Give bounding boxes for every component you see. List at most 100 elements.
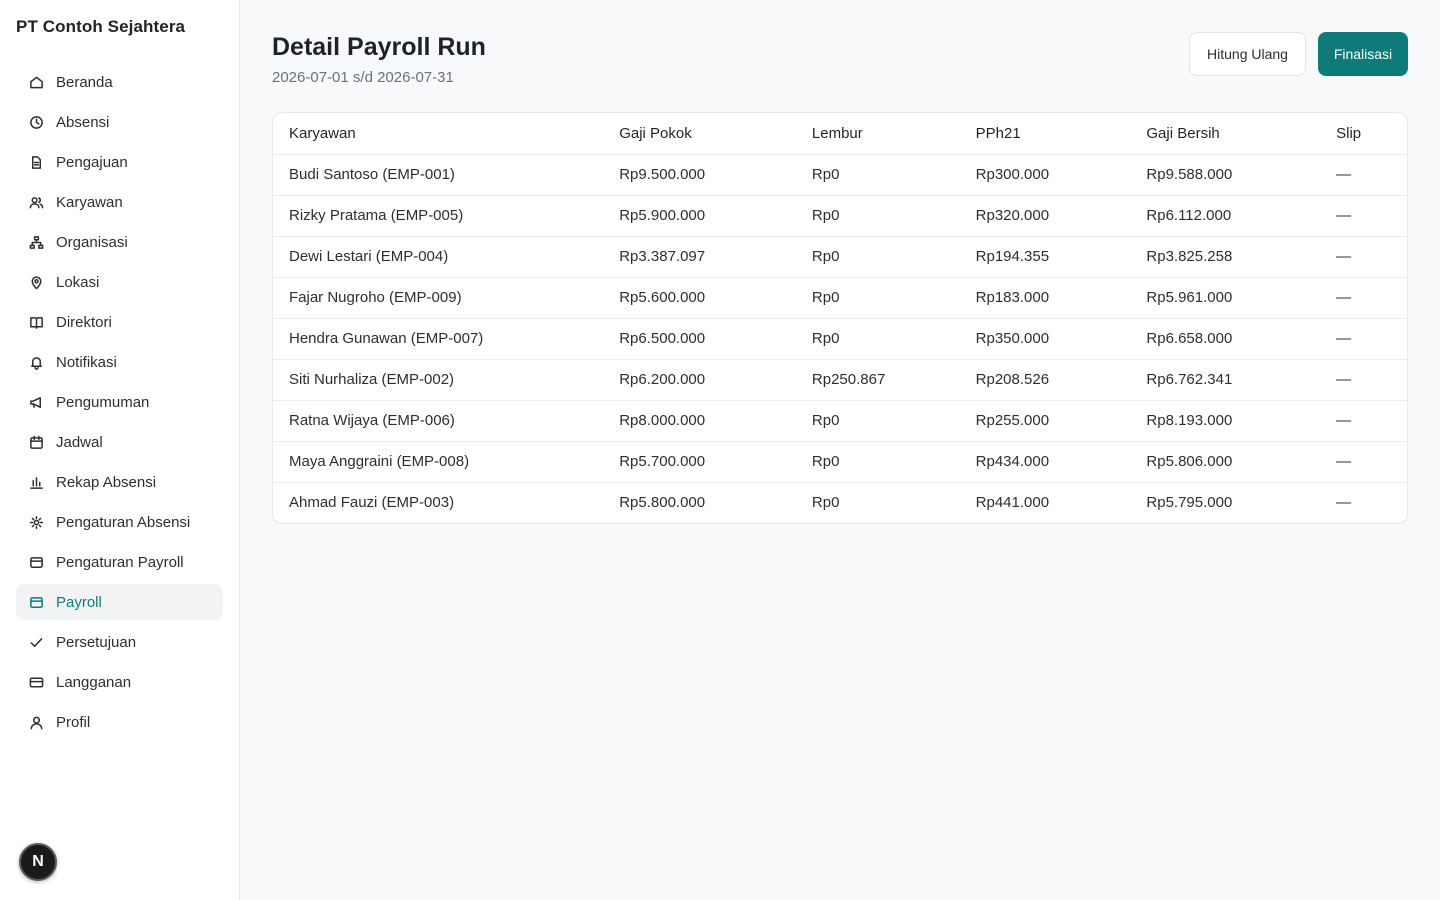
pph21-cell: Rp300.000	[959, 154, 1131, 196]
sidebar-item-label: Pengaturan Payroll	[56, 553, 184, 571]
overtime-cell: Rp0	[795, 154, 960, 196]
column-header-gaji-bersih: Gaji Bersih	[1130, 113, 1321, 155]
base-salary-cell: Rp9.500.000	[603, 154, 796, 196]
overtime-cell: Rp0	[795, 441, 960, 483]
main-content: Detail Payroll Run 2026-07-01 s/d 2026-0…	[240, 0, 1440, 900]
wallet-icon	[28, 594, 44, 610]
base-salary-cell: Rp3.387.097	[603, 236, 796, 278]
bell-icon	[28, 354, 44, 370]
sidebar-item-rekap-absensi[interactable]: Rekap Absensi	[16, 464, 223, 500]
net-salary-cell: Rp3.825.258	[1130, 236, 1321, 278]
column-header-pph21: PPh21	[959, 113, 1131, 155]
slip-cell: —	[1320, 400, 1407, 442]
payroll-table: Karyawan Gaji Pokok Lembur PPh21 Gaji Be…	[273, 113, 1407, 523]
page-title: Detail Payroll Run	[272, 33, 486, 61]
sidebar-item-label: Karyawan	[56, 193, 123, 211]
table-row: Dewi Lestari (EMP-004) Rp3.387.097 Rp0 R…	[273, 236, 1407, 278]
credit-card-icon	[28, 674, 44, 690]
company-name: PT Contoh Sejahtera	[16, 17, 186, 36]
sidebar-item-pengumuman[interactable]: Pengumuman	[16, 384, 223, 420]
slip-cell: —	[1320, 236, 1407, 278]
map-pin-icon	[28, 274, 44, 290]
org-chart-icon	[28, 234, 44, 250]
gear-icon	[28, 514, 44, 530]
slip-cell: —	[1320, 318, 1407, 360]
pph21-cell: Rp183.000	[959, 277, 1131, 319]
employee-cell: Ahmad Fauzi (EMP-003)	[289, 494, 455, 512]
sidebar-item-organisasi[interactable]: Organisasi	[16, 224, 223, 260]
base-salary-cell: Rp5.800.000	[619, 494, 706, 512]
slip-cell: —	[1336, 494, 1352, 512]
sidebar-item-jadwal[interactable]: Jadwal	[16, 424, 223, 460]
table-row: Budi Santoso (EMP-001) Rp9.500.000 Rp0 R…	[273, 154, 1407, 196]
sidebar-item-pengajuan[interactable]: Pengajuan	[16, 144, 223, 180]
sidebar-item-label: Pengajuan	[56, 153, 128, 171]
net-salary-cell: Rp6.112.000	[1130, 195, 1321, 237]
payroll-period: 2026-07-01 s/d 2026-07-31	[272, 69, 454, 86]
sidebar-item-label: Beranda	[56, 73, 113, 91]
slip-cell: —	[1320, 277, 1407, 319]
dev-tools-badge[interactable]: N	[19, 843, 57, 881]
pph21-cell: Rp194.355	[959, 236, 1131, 278]
megaphone-icon	[28, 394, 44, 410]
employee-cell: Maya Anggraini (EMP-008)	[273, 441, 604, 483]
sidebar-item-label: Organisasi	[56, 233, 128, 251]
recalculate-button[interactable]: Hitung Ulang	[1189, 32, 1306, 76]
sidebar-item-beranda[interactable]: Beranda	[16, 64, 223, 100]
column-header-lembur: Lembur	[795, 113, 960, 155]
pph21-cell: Rp255.000	[959, 400, 1131, 442]
sidebar-item-label: Pengaturan Absensi	[56, 513, 191, 531]
overtime-cell: Rp0	[795, 400, 960, 442]
check-icon	[28, 634, 44, 650]
finalize-button[interactable]: Finalisasi	[1318, 32, 1408, 76]
sidebar-item-label: Rekap Absensi	[56, 473, 157, 491]
users-icon	[28, 194, 44, 210]
sidebar-item-pengaturan-absensi[interactable]: Pengaturan Absensi	[16, 504, 223, 540]
payroll-table-card: Karyawan Gaji Pokok Lembur PPh21 Gaji Be…	[272, 112, 1408, 524]
column-header-gaji-pokok: Gaji Pokok	[603, 113, 796, 155]
net-salary-cell: Rp6.762.341	[1130, 359, 1321, 401]
sidebar-item-label: Persetujuan	[56, 633, 137, 651]
sidebar-item-karyawan[interactable]: Karyawan	[16, 184, 223, 220]
sidebar-item-absensi[interactable]: Absensi	[16, 104, 223, 140]
sidebar-item-label: Notifikasi	[56, 353, 117, 371]
sidebar-item-direktori[interactable]: Direktori	[16, 304, 223, 340]
pph21-cell: Rp434.000	[959, 441, 1131, 483]
sidebar-item-langganan[interactable]: Langganan	[16, 664, 223, 700]
sidebar-item-persetujuan[interactable]: Persetujuan	[16, 624, 223, 660]
base-salary-cell: Rp5.600.000	[603, 277, 796, 319]
sidebar: PT Contoh Sejahtera Beranda Absensi Peng…	[0, 0, 240, 900]
base-salary-cell: Rp6.200.000	[603, 359, 796, 401]
table-header-row: Karyawan Gaji Pokok Lembur PPh21 Gaji Be…	[273, 113, 1407, 155]
table-row: Hendra Gunawan (EMP-007) Rp6.500.000 Rp0…	[273, 318, 1407, 360]
base-salary-cell: Rp5.700.000	[603, 441, 796, 483]
sidebar-item-notifikasi[interactable]: Notifikasi	[16, 344, 223, 380]
file-icon	[28, 154, 44, 170]
calendar-icon	[28, 434, 44, 450]
sidebar-nav: Beranda Absensi Pengajuan Karyawan Organ…	[16, 64, 223, 744]
sidebar-item-label: Jadwal	[56, 433, 103, 451]
slip-cell: —	[1320, 441, 1407, 483]
sidebar-item-label: Pengumuman	[56, 393, 150, 411]
overtime-cell: Rp250.867	[795, 359, 960, 401]
sidebar-item-pengaturan-payroll[interactable]: Pengaturan Payroll	[16, 544, 223, 580]
table-row: Ratna Wijaya (EMP-006) Rp8.000.000 Rp0 R…	[273, 400, 1407, 442]
sidebar-item-label: Lokasi	[56, 273, 100, 291]
sidebar-item-label: Profil	[56, 713, 91, 731]
sidebar-item-payroll[interactable]: Payroll	[16, 584, 223, 620]
table-row: Ahmad Fauzi (EMP-003) Rp5.800.000 Rp0 Rp…	[273, 482, 1407, 523]
column-header-slip: Slip	[1320, 113, 1407, 155]
employee-cell: Dewi Lestari (EMP-004)	[273, 236, 604, 278]
base-salary-cell: Rp8.000.000	[603, 400, 796, 442]
sidebar-item-lokasi[interactable]: Lokasi	[16, 264, 223, 300]
overtime-cell: Rp0	[795, 277, 960, 319]
sidebar-item-label: Direktori	[56, 313, 112, 331]
slip-cell: —	[1320, 359, 1407, 401]
table-row: Rizky Pratama (EMP-005) Rp5.900.000 Rp0 …	[273, 195, 1407, 237]
sidebar-item-profil[interactable]: Profil	[16, 704, 223, 740]
overtime-cell: Rp0	[811, 494, 840, 512]
employee-cell: Ratna Wijaya (EMP-006)	[273, 400, 604, 442]
employee-cell: Hendra Gunawan (EMP-007)	[273, 318, 604, 360]
net-salary-cell: Rp5.806.000	[1130, 441, 1321, 483]
overtime-cell: Rp0	[795, 318, 960, 360]
